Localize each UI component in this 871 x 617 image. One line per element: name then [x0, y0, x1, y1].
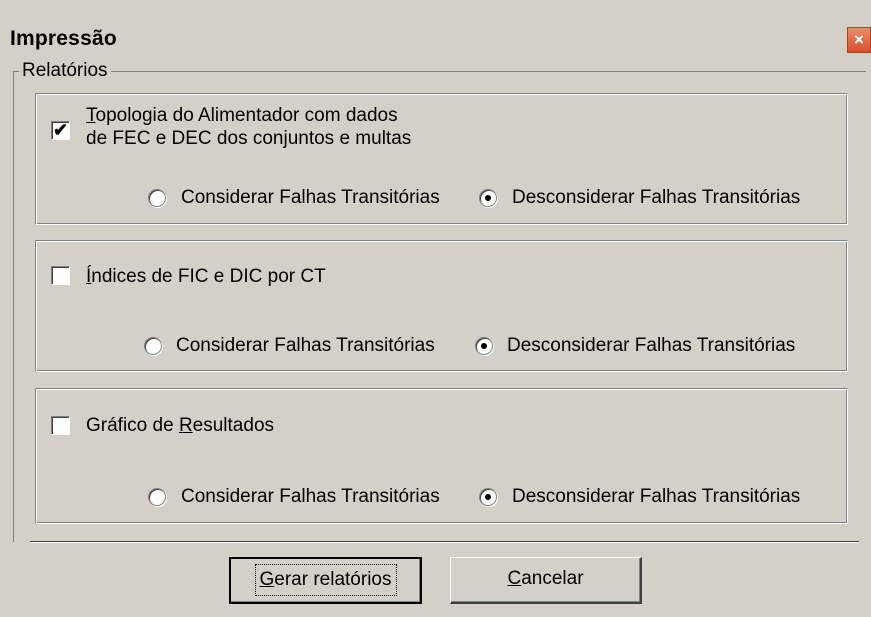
fic-dic-consider-label[interactable]: Considerar Falhas Transitórias — [176, 335, 435, 357]
cancel-label: Cancelar — [507, 568, 584, 589]
results-chart-panel: Gráfico de Resultados Considerar Falhas … — [35, 388, 848, 524]
radio-selected-dot — [481, 343, 487, 349]
generate-reports-label: Gerar relatórios — [254, 564, 397, 596]
close-icon[interactable]: × — [854, 30, 864, 49]
results-chart-checkbox-label[interactable]: Gráfico de Resultados — [86, 414, 274, 437]
fic-dic-ignore-radio[interactable] — [475, 337, 493, 355]
fic-dic-consider-radio[interactable] — [144, 337, 162, 355]
fic-dic-report-panel: Índices de FIC e DIC por CT Considerar F… — [35, 240, 848, 372]
results-ignore-label[interactable]: Desconsiderar Falhas Transitórias — [512, 486, 800, 508]
results-consider-radio[interactable] — [148, 488, 166, 506]
topology-ignore-radio[interactable] — [479, 189, 497, 207]
title-bar: Impressão × — [0, 0, 871, 60]
reports-group-label: Relatórios — [19, 60, 111, 82]
radio-selected-dot — [485, 494, 491, 500]
fic-dic-checkbox-label[interactable]: Índices de FIC e DIC por CT — [86, 265, 326, 288]
topology-checkbox-label[interactable]: Topologia do Alimentador com dados de FE… — [86, 104, 411, 150]
radio-selected-dot — [485, 195, 491, 201]
topology-consider-label[interactable]: Considerar Falhas Transitórias — [181, 187, 440, 209]
generate-reports-button[interactable]: Gerar relatórios — [229, 557, 422, 604]
results-chart-checkbox[interactable] — [51, 416, 70, 435]
fic-dic-ignore-label[interactable]: Desconsiderar Falhas Transitórias — [507, 335, 795, 357]
topology-consider-radio[interactable] — [148, 189, 166, 207]
close-button[interactable]: × — [847, 27, 871, 53]
fic-dic-checkbox[interactable] — [51, 266, 70, 285]
footer-separator — [30, 541, 859, 543]
results-consider-label[interactable]: Considerar Falhas Transitórias — [181, 486, 440, 508]
topology-checkbox[interactable]: ✔ — [51, 121, 70, 140]
topology-report-panel: ✔ Topologia do Alimentador com dados de … — [35, 93, 848, 225]
window-title: Impressão — [10, 27, 117, 50]
results-ignore-radio[interactable] — [479, 488, 497, 506]
cancel-button[interactable]: Cancelar — [450, 557, 642, 604]
checkmark-icon: ✔ — [52, 120, 69, 140]
topology-ignore-label[interactable]: Desconsiderar Falhas Transitórias — [512, 187, 800, 209]
